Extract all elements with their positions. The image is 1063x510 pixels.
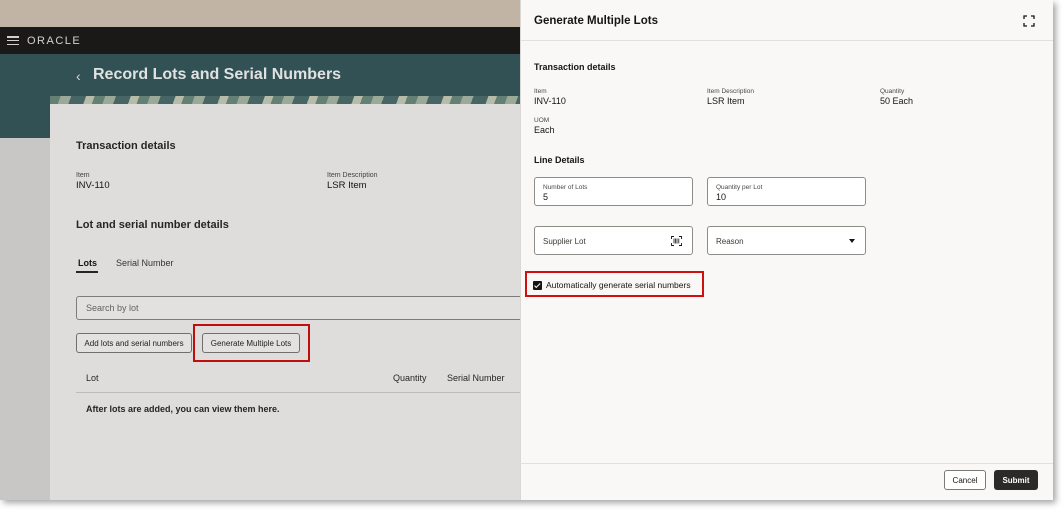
generate-multiple-lots-drawer: Generate Multiple Lots Transaction detai…: [520, 0, 1053, 500]
number-of-lots-label: Number of Lots: [543, 184, 588, 191]
drawer-transaction-details-title: Transaction details: [534, 62, 616, 72]
drawer-quantity-label: Quantity: [880, 88, 905, 95]
barcode-scan-icon[interactable]: [671, 236, 682, 246]
number-of-lots-value: 5: [543, 192, 549, 202]
quantity-per-lot-value: 10: [716, 192, 727, 202]
drawer-item-value: INV-110: [534, 96, 566, 106]
supplier-lot-placeholder: Supplier Lot: [543, 237, 586, 246]
chevron-down-icon: [849, 239, 855, 243]
submit-button[interactable]: Submit: [994, 470, 1038, 490]
drawer-uom-label: UOM: [534, 117, 550, 124]
quantity-per-lot-label: Quantity per Lot: [716, 184, 763, 191]
expand-icon[interactable]: [1023, 15, 1035, 27]
drawer-quantity-value: 50 Each: [880, 96, 914, 106]
supplier-lot-field[interactable]: Supplier Lot: [534, 226, 693, 255]
cancel-button[interactable]: Cancel: [944, 470, 986, 490]
line-details-title: Line Details: [534, 155, 585, 165]
drawer-footer-divider: [520, 463, 1053, 464]
reason-select[interactable]: Reason: [707, 226, 866, 255]
drawer-title: Generate Multiple Lots: [534, 15, 658, 27]
screenshot-frame: ORACLE ‹ Record Lots and Serial Numbers …: [0, 0, 1053, 500]
quantity-per-lot-field[interactable]: Quantity per Lot 10: [707, 177, 866, 206]
drawer-uom-value: Each: [534, 125, 555, 135]
modal-scrim: [0, 0, 520, 500]
drawer-item-label: Item: [534, 88, 547, 95]
reason-placeholder: Reason: [716, 237, 744, 246]
number-of-lots-field[interactable]: Number of Lots 5: [534, 177, 693, 206]
auto-serial-highlight: [525, 271, 704, 297]
drawer-header-divider: [521, 40, 1053, 41]
drawer-item-description-value: LSR Item: [707, 96, 745, 106]
drawer-item-description-label: Item Description: [707, 88, 754, 95]
